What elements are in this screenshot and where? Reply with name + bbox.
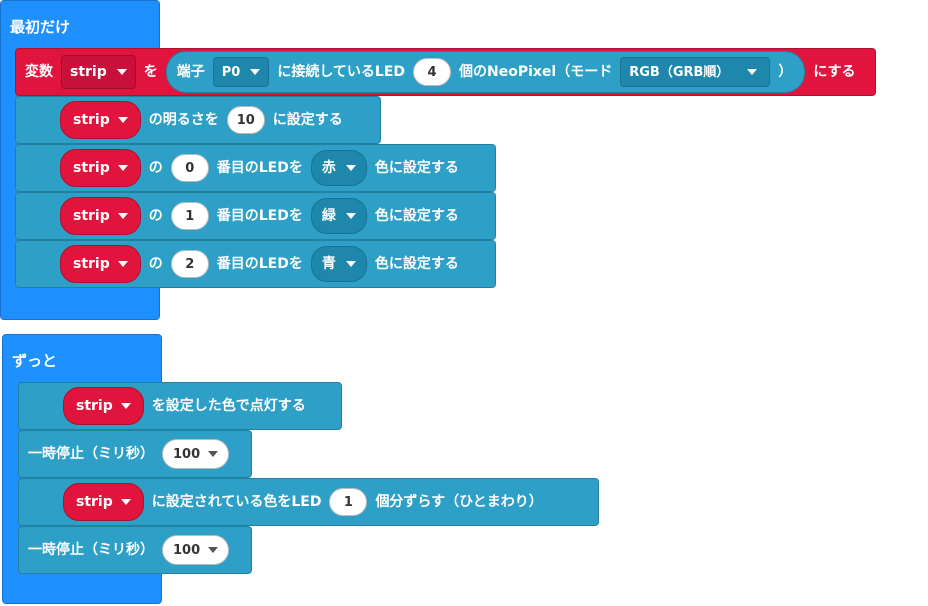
variable-name: strip [73, 208, 110, 224]
pin-label: 端子 [176, 64, 205, 80]
color-value: 緑 [321, 208, 336, 224]
set-pixel-color-block[interactable]: strip の 0 番目のLEDを 赤 色に設定する [15, 144, 496, 192]
chevron-down-icon [250, 69, 261, 75]
variable-name: strip [73, 160, 110, 176]
strip-variable-reporter[interactable]: strip [63, 483, 144, 521]
chevron-down-icon [208, 547, 219, 553]
pixel-index-input[interactable]: 1 [170, 202, 209, 230]
neopixel-create-block[interactable]: 端子 P0 に接続しているLED 4 個のNeoPixel（モード RGB（GR… [165, 51, 806, 93]
rotate-block[interactable]: strip に設定されている色をLED 1 個分ずらす（ひとまわり） [18, 478, 599, 526]
pixel-suffix: 色に設定する [374, 256, 459, 272]
pause-duration-dropdown[interactable]: 100 [162, 439, 230, 469]
pixel-no: の [148, 256, 163, 272]
mode-dropdown[interactable]: RGB（GRB順） [620, 57, 771, 87]
chevron-down-icon [747, 69, 758, 75]
pixel-no: の [148, 208, 163, 224]
chevron-down-icon [345, 165, 356, 171]
pixel-label: 番目のLEDを [216, 160, 303, 176]
led-count-input[interactable]: 4 [413, 58, 452, 86]
color-dropdown[interactable]: 赤 [310, 150, 367, 186]
pixel-no: の [148, 160, 163, 176]
pause-block[interactable]: 一時停止（ミリ秒） 100 [18, 526, 252, 574]
color-value: 青 [321, 256, 336, 272]
variable-name: strip [76, 398, 113, 414]
pause-label: 一時停止（ミリ秒） [28, 446, 154, 462]
mode-value: RGB（GRB順） [629, 64, 730, 80]
rotate-suffix: 個分ずらす（ひとまわり） [375, 494, 543, 510]
strip-variable-reporter[interactable]: strip [60, 245, 141, 283]
close-paren: ） [778, 64, 793, 80]
chevron-down-icon [345, 261, 356, 267]
brightness-input[interactable]: 10 [226, 106, 265, 134]
set-var-suffix: にする [813, 64, 856, 80]
brightness-suffix: に設定する [272, 112, 343, 128]
color-dropdown[interactable]: 緑 [310, 198, 367, 234]
strip-variable-reporter[interactable]: strip [60, 101, 141, 139]
pause-label: 一時停止（ミリ秒） [28, 542, 154, 558]
rotate-count-input[interactable]: 1 [329, 488, 368, 516]
chevron-down-icon [117, 261, 128, 267]
pixel-suffix: 色に設定する [374, 208, 459, 224]
set-strip-block[interactable]: 変数 strip を 端子 P0 に接続しているLED 4 個のNeoPixel… [15, 48, 876, 96]
show-label: を設定した色で点灯する [151, 398, 306, 414]
chevron-down-icon [208, 451, 219, 457]
variable-name: strip [73, 256, 110, 272]
pause-duration-dropdown[interactable]: 100 [162, 535, 230, 565]
chevron-down-icon [117, 213, 128, 219]
count-suffix: 個のNeoPixel（モード [459, 64, 613, 80]
variable-dropdown[interactable]: strip [61, 55, 136, 89]
color-dropdown[interactable]: 青 [310, 246, 367, 282]
pixel-suffix: 色に設定する [374, 160, 459, 176]
pause-block[interactable]: 一時停止（ミリ秒） 100 [18, 430, 252, 478]
variable-name: strip [73, 112, 110, 128]
pixel-label: 番目のLEDを [216, 208, 303, 224]
set-pixel-color-block[interactable]: strip の 1 番目のLEDを 緑 色に設定する [15, 192, 496, 240]
set-pixel-color-block[interactable]: strip の 2 番目のLEDを 青 色に設定する [15, 240, 496, 288]
strip-variable-reporter[interactable]: strip [60, 197, 141, 235]
variable-name: strip [70, 64, 107, 80]
strip-variable-reporter[interactable]: strip [63, 387, 144, 425]
chevron-down-icon [117, 117, 128, 123]
chevron-down-icon [345, 213, 356, 219]
variable-name: strip [76, 494, 113, 510]
chevron-down-icon [120, 499, 131, 505]
pixel-index-input[interactable]: 2 [170, 250, 209, 278]
forever-label: ずっと [12, 352, 58, 370]
set-brightness-block[interactable]: strip の明るさを 10 に設定する [15, 96, 381, 144]
chevron-down-icon [117, 165, 128, 171]
pin-value: P0 [221, 64, 241, 80]
chevron-down-icon [120, 403, 131, 409]
color-value: 赤 [321, 160, 336, 176]
connected-label: に接続しているLED [277, 64, 406, 80]
pause-value: 100 [173, 446, 201, 462]
brightness-label: の明るさを [148, 112, 219, 128]
set-var-prefix: 変数 [25, 64, 53, 80]
pixel-index-input[interactable]: 0 [170, 154, 209, 182]
rotate-label: に設定されている色をLED [151, 494, 322, 510]
pin-dropdown[interactable]: P0 [212, 57, 270, 87]
show-block[interactable]: strip を設定した色で点灯する [18, 382, 342, 430]
chevron-down-icon [116, 69, 127, 75]
pixel-label: 番目のLEDを [216, 256, 303, 272]
set-var-wo: を [143, 64, 158, 80]
on-start-label: 最初だけ [10, 18, 71, 36]
pause-value: 100 [173, 542, 201, 558]
strip-variable-reporter[interactable]: strip [60, 149, 141, 187]
